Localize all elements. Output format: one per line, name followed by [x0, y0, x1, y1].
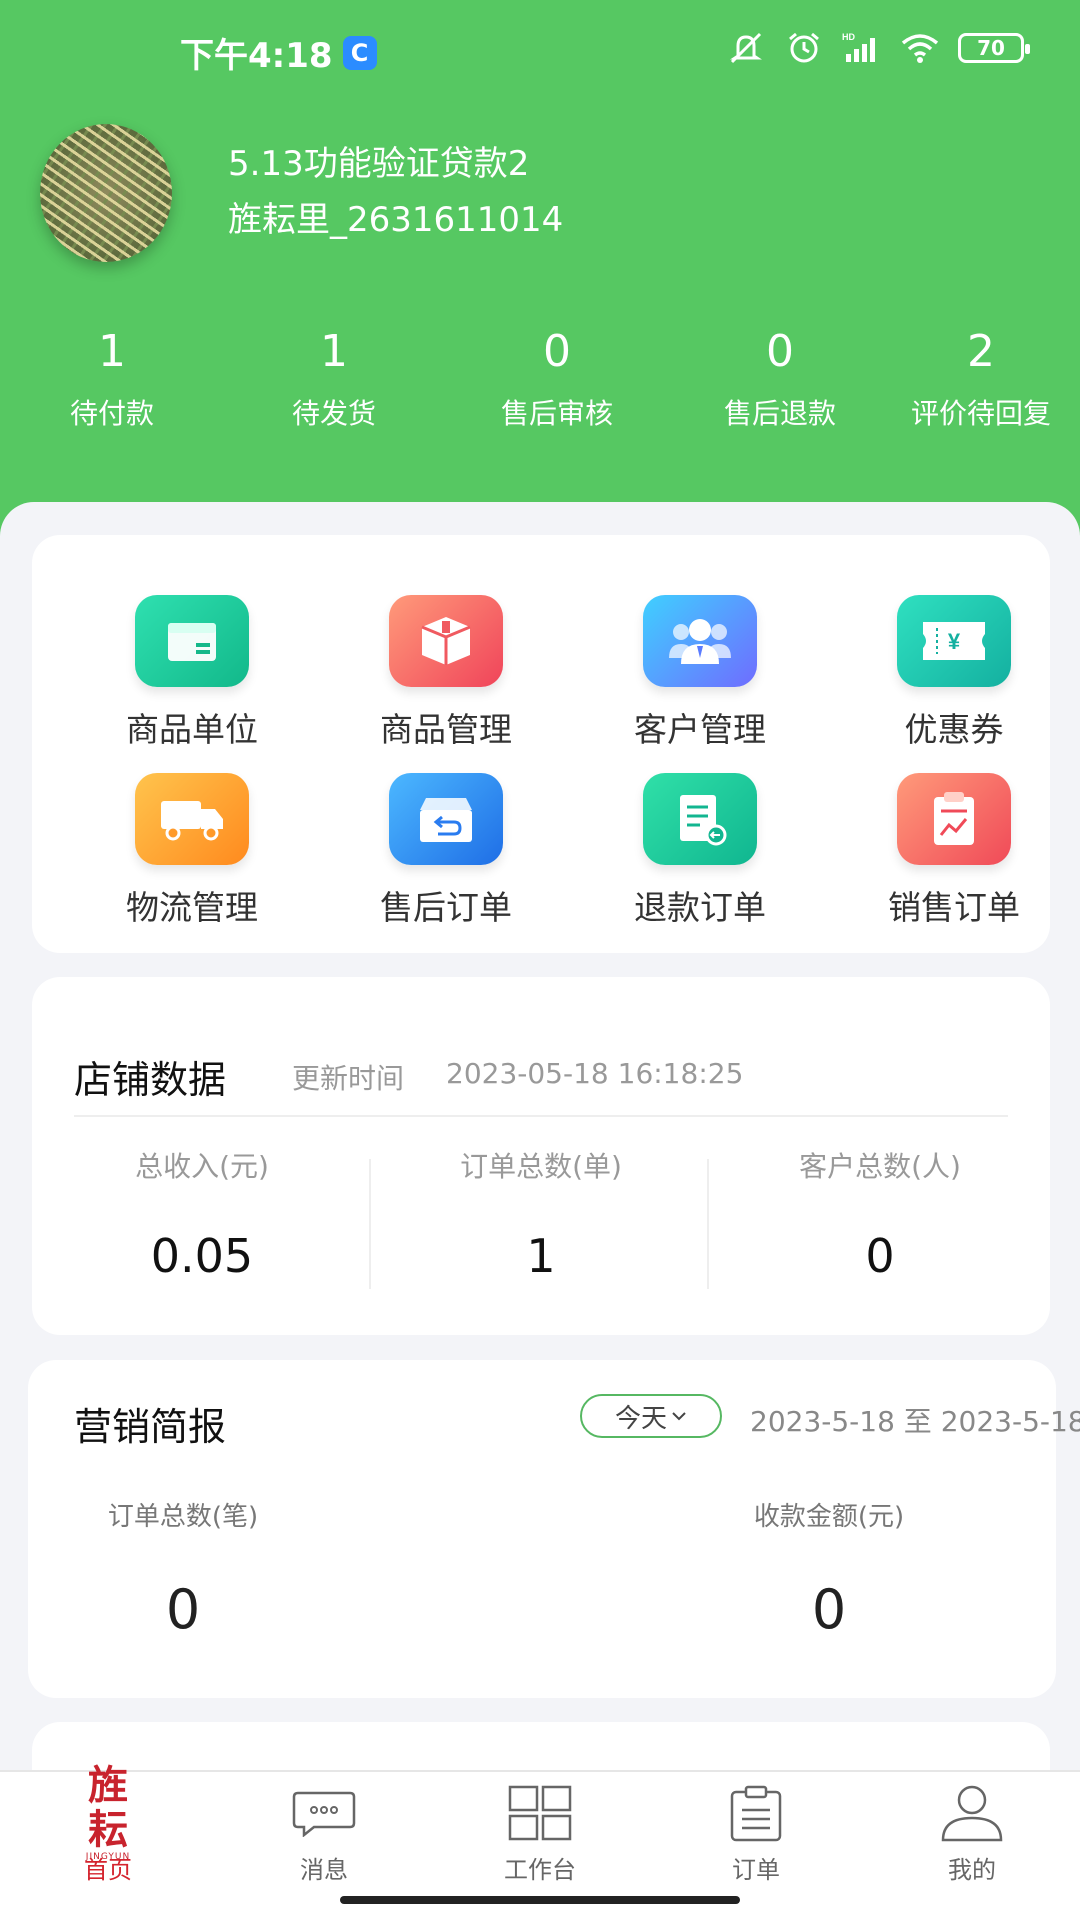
stat-value: 2 — [967, 326, 995, 377]
menu-item-logistics[interactable]: 物流管理 — [92, 773, 292, 929]
divider — [369, 1159, 371, 1289]
signal-icon: HD — [842, 32, 875, 62]
stat-label: 待付款 — [69, 397, 154, 430]
tab-label: 订单 — [732, 1856, 780, 1884]
metric-total-orders-value: 1 — [526, 1229, 556, 1283]
stat-pending-shipment[interactable]: 1 待发货 — [244, 320, 424, 432]
metric-total-income-label: 总收入(元) — [135, 1150, 269, 1183]
metric-total-orders-label: 订单总数(单) — [460, 1150, 622, 1183]
menu-label: 客户管理 — [634, 710, 766, 749]
stat-value: 0 — [543, 326, 571, 377]
stat-value: 1 — [98, 326, 126, 377]
update-time-label: 更新时间 — [292, 1062, 405, 1095]
tab-orders[interactable]: 订单 — [686, 1782, 826, 1885]
tab-me[interactable]: 我的 — [902, 1782, 1042, 1885]
store-data-title: 店铺数据 — [74, 1058, 227, 1102]
menu-item-sales-orders[interactable]: 销售订单 — [854, 773, 1054, 929]
divider — [707, 1159, 709, 1289]
menu-label: 优惠券 — [904, 710, 1004, 749]
app-badge-icon: C — [342, 35, 377, 70]
shop-account: 旌耘里_2631611014 — [228, 200, 564, 240]
stat-value: 1 — [320, 326, 348, 377]
tab-label: 工作台 — [504, 1856, 576, 1884]
status-time: 下午4:18 C — [180, 28, 377, 77]
stat-reviews-pending-reply[interactable]: 2 评价待回复 — [891, 320, 1071, 432]
metric-total-income-value: 0.05 — [150, 1229, 254, 1283]
store-data-card: 店铺数据 更新时间 2023-05-18 16:18:25 总收入(元) 0.0… — [32, 977, 1050, 1335]
shop-name: 5.13功能验证贷款2 — [228, 144, 530, 184]
tab-workbench[interactable]: 工作台 — [470, 1782, 610, 1885]
menu-item-refund-orders[interactable]: 退款订单 — [600, 773, 800, 929]
menu-item-customer-manage[interactable]: 客户管理 — [600, 595, 800, 751]
marketing-title: 营销简报 — [74, 1405, 227, 1449]
svg-text:¥: ¥ — [948, 629, 961, 654]
sales-clipboard-icon — [897, 773, 1011, 865]
status-icons: HD 70 — [726, 30, 1030, 66]
divider — [74, 1115, 1008, 1117]
brand-logo-icon: 旌耘 JINGYUN — [85, 1762, 131, 1863]
svg-text:HD: HD — [842, 32, 855, 42]
update-time-value: 2023-05-18 16:18:25 — [446, 1057, 744, 1090]
period-dropdown[interactable]: 今天 — [580, 1394, 722, 1438]
order-stats: 1 待付款 1 待发货 0 售后审核 0 售后退款 2 评价待回复 — [0, 320, 1080, 450]
menu-item-aftersale-orders[interactable]: 售后订单 — [346, 773, 546, 929]
tab-label: 我的 — [948, 1856, 996, 1884]
menu-grid-card: 商品单位 商品管理 客户管理 ¥ 优惠券 物流管理 售后订单 退款订单 销售订单 — [32, 535, 1050, 953]
menu-label: 退款订单 — [634, 888, 766, 927]
box-icon — [135, 595, 249, 687]
alarm-icon — [789, 32, 819, 63]
stat-label: 评价待回复 — [910, 397, 1051, 430]
coupon-icon: ¥ — [897, 595, 1011, 687]
chevron-down-icon — [672, 1412, 686, 1421]
mkt-order-count-label: 订单总数(笔) — [107, 1502, 259, 1532]
menu-item-product-manage[interactable]: 商品管理 — [346, 595, 546, 751]
stat-value: 0 — [766, 326, 794, 377]
status-bar: 下午4:18 C HD 70 — [0, 0, 1080, 100]
menu-item-coupon[interactable]: ¥ 优惠券 — [854, 595, 1054, 751]
stat-label: 售后退款 — [723, 397, 836, 430]
user-icon — [936, 1782, 1008, 1844]
menu-label: 物流管理 — [126, 888, 258, 927]
message-bubble-icon — [288, 1782, 360, 1844]
metric-total-customers-value: 0 — [865, 1229, 895, 1283]
refund-doc-icon — [643, 773, 757, 865]
mute-bell-icon — [730, 32, 762, 64]
wifi-icon — [901, 34, 939, 63]
mkt-payment-amount-label: 收款金额(元) — [753, 1502, 905, 1532]
battery-icon: 70 — [958, 33, 1030, 63]
tab-label: 首页 — [84, 1856, 132, 1884]
mkt-payment-amount-value: 0 — [811, 1578, 847, 1641]
menu-item-product-unit[interactable]: 商品单位 — [92, 595, 292, 751]
menu-label: 商品管理 — [380, 710, 512, 749]
stat-aftersale-refund[interactable]: 0 售后退款 — [690, 320, 870, 432]
tab-label: 消息 — [300, 1856, 348, 1884]
marketing-brief-card: 营销简报 今天 2023-5-18 至 2023-5-18 订单总数(笔) 0 … — [28, 1360, 1080, 1698]
return-box-icon — [389, 773, 503, 865]
clipboard-list-icon — [720, 1782, 792, 1844]
tab-messages[interactable]: 消息 — [254, 1782, 394, 1885]
metric-total-customers-label: 客户总数(人) — [799, 1150, 961, 1183]
menu-label: 售后订单 — [380, 888, 512, 927]
home-indicator[interactable] — [340, 1896, 740, 1904]
menu-label: 商品单位 — [126, 710, 258, 749]
mkt-order-count-value: 0 — [165, 1578, 201, 1641]
menu-label: 销售订单 — [888, 888, 1020, 927]
avatar[interactable] — [40, 124, 172, 262]
stat-label: 待发货 — [291, 397, 376, 430]
stat-label: 售后审核 — [500, 397, 613, 430]
grid-icon — [504, 1782, 576, 1844]
tab-home[interactable]: 旌耘 JINGYUN 首页 — [38, 1762, 178, 1885]
stat-pending-payment[interactable]: 1 待付款 — [22, 320, 202, 432]
package-icon — [389, 595, 503, 687]
date-range: 2023-5-18 至 2023-5-18 — [750, 1405, 1080, 1438]
period-dropdown-label: 今天 — [614, 1403, 667, 1434]
users-icon — [643, 595, 757, 687]
truck-icon — [135, 773, 249, 865]
stat-aftersale-review[interactable]: 0 售后审核 — [467, 320, 647, 432]
